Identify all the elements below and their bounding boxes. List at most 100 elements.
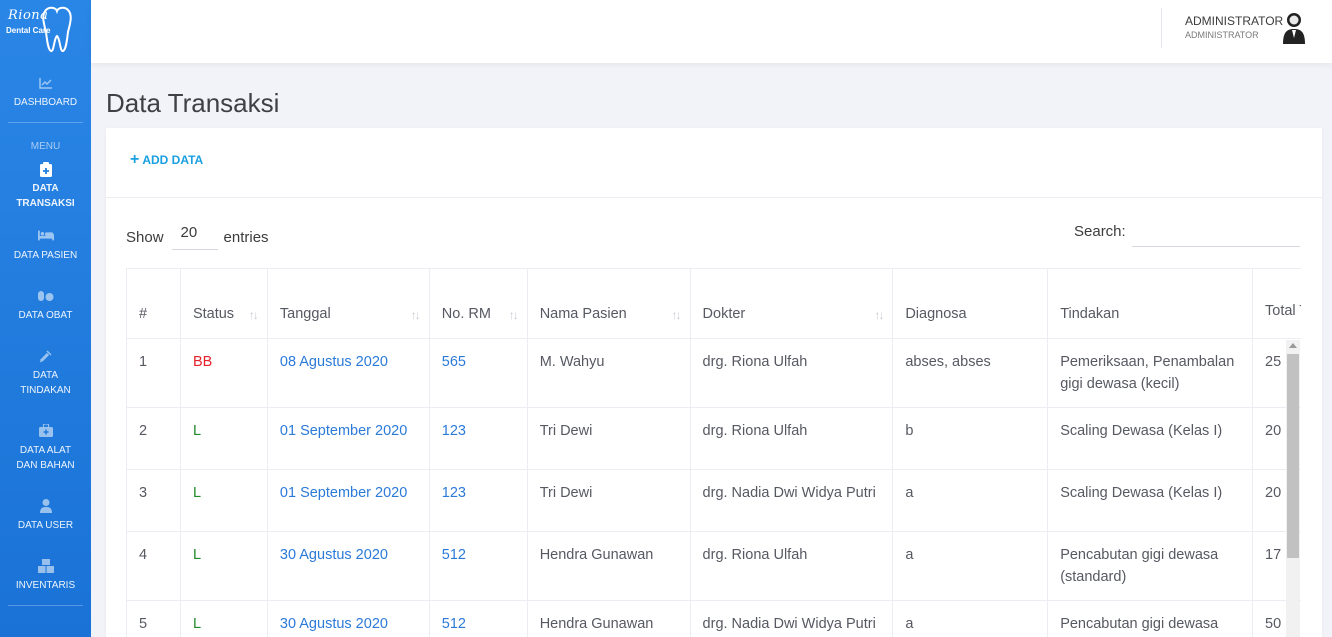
cell-dokter: drg. Nadia Dwi Widya Putri bbox=[689, 600, 894, 637]
table-container: # Status ↑↓ Tanggal ↑↓ No. RM ↑↓ Nama Pasie… bbox=[126, 268, 1301, 637]
sidebar-item-inventaris[interactable]: INVENTARIS bbox=[0, 545, 91, 605]
medkit-icon bbox=[38, 423, 54, 439]
sidebar: Riona Dental Care DASHBOARD MENU DATA TR… bbox=[0, 0, 91, 637]
syringe-icon bbox=[38, 348, 54, 364]
cell-tanggal[interactable]: 30 Agustus 2020 bbox=[266, 531, 430, 601]
cell-tindakan: Scaling Dewasa (Kelas I) bbox=[1047, 407, 1254, 470]
table-row[interactable]: 4 L 30 Agustus 2020 512 Hendra Gunawan drg. R… bbox=[126, 531, 1301, 601]
cell-no: 3 bbox=[126, 469, 181, 532]
search-box: Search: bbox=[1074, 223, 1300, 247]
cell-tanggal[interactable]: 01 September 2020 bbox=[266, 407, 430, 470]
sort-icon: ↑↓ bbox=[508, 308, 519, 322]
sidebar-item-label: TINDAKAN bbox=[20, 384, 71, 396]
cell-tanggal[interactable]: 01 September 2020 bbox=[266, 469, 430, 532]
cell-nama-pasien: Tri Dewi bbox=[526, 407, 691, 470]
cell-status: BB bbox=[179, 338, 268, 408]
avatar[interactable] bbox=[1281, 12, 1307, 44]
chart-icon bbox=[38, 75, 54, 91]
cell-no-rm[interactable]: 565 bbox=[428, 338, 528, 408]
data-card: + ADD DATA Show 20 entries Search: # Sta… bbox=[106, 128, 1322, 637]
cell-no: 2 bbox=[126, 407, 181, 470]
column-header-diagnosa[interactable]: Diagnosa bbox=[892, 268, 1049, 339]
cell-no: 4 bbox=[126, 531, 181, 601]
entries-select[interactable]: 20 bbox=[171, 224, 218, 250]
sidebar-item-label: DATA PASIEN bbox=[13, 249, 78, 261]
user-icon bbox=[38, 498, 54, 514]
transactions-table: # Status ↑↓ Tanggal ↑↓ No. RM ↑↓ Nama Pasie… bbox=[126, 268, 1301, 637]
column-header-nama-pasien[interactable]: Nama Pasien ↑↓ bbox=[526, 268, 691, 339]
cell-tanggal[interactable]: 30 Agustus 2020 bbox=[266, 600, 430, 637]
sidebar-item-data-alat-dan-bahan[interactable]: DATA ALAT DAN BAHAN bbox=[0, 410, 91, 485]
cell-nama-pasien: M. Wahyu bbox=[526, 338, 691, 408]
sidebar-item-label: DASHBOARD bbox=[13, 96, 78, 108]
cell-diagnosa: a bbox=[892, 600, 1049, 637]
cell-diagnosa: a bbox=[892, 469, 1049, 532]
sidebar-item-label: DATA USER bbox=[17, 519, 74, 531]
cell-no: 5 bbox=[126, 600, 181, 637]
cell-tindakan: Pencabutan gigi dewasa bbox=[1047, 600, 1254, 637]
sort-icon: ↑↓ bbox=[874, 308, 884, 322]
cell-status: L bbox=[179, 531, 268, 601]
column-header-dokter[interactable]: Dokter ↑↓ bbox=[689, 268, 894, 339]
table-row[interactable]: 1 BB 08 Agustus 2020 565 M. Wahyu drg. Riona … bbox=[126, 338, 1301, 408]
scroll-up-icon[interactable] bbox=[1289, 343, 1297, 348]
table-row[interactable]: 3 L 01 September 2020 123 Tri Dewi drg. Nadia… bbox=[126, 469, 1301, 532]
sidebar-menu-label: MENU bbox=[30, 141, 61, 152]
plus-icon: + bbox=[130, 151, 140, 168]
table-scrollbar[interactable] bbox=[1286, 340, 1300, 637]
cell-no-rm[interactable]: 123 bbox=[428, 407, 528, 470]
column-header-tindakan[interactable]: Tindakan bbox=[1047, 268, 1254, 339]
cell-dokter: drg. Riona Ulfah bbox=[689, 407, 894, 470]
cell-no-rm[interactable]: 512 bbox=[428, 531, 528, 601]
user-name[interactable]: ADMINISTRATOR bbox=[1185, 14, 1283, 28]
cell-no: 1 bbox=[126, 338, 181, 408]
cell-diagnosa: abses, abses bbox=[892, 338, 1049, 408]
table-row[interactable]: 5 L 30 Agustus 2020 512 Hendra Gunawan drg. N… bbox=[126, 600, 1301, 637]
sidebar-item-label: DATA bbox=[32, 183, 59, 194]
column-header-total-tindakan[interactable]: Total Tinda bbox=[1252, 268, 1301, 339]
search-label: Search: bbox=[1074, 223, 1126, 240]
clipboard-icon bbox=[38, 161, 54, 177]
cell-tanggal[interactable]: 08 Agustus 2020 bbox=[266, 338, 430, 408]
cell-nama-pasien: Hendra Gunawan bbox=[526, 531, 691, 601]
page-title: Data Transaksi bbox=[106, 88, 280, 118]
add-data-button[interactable]: + ADD DATA bbox=[130, 151, 204, 168]
bed-icon bbox=[37, 228, 54, 244]
sidebar-item-data-tindakan[interactable]: DATA TINDAKAN bbox=[0, 335, 91, 410]
table-header-row: # Status ↑↓ Tanggal ↑↓ No. RM ↑↓ Nama Pasie… bbox=[126, 268, 1301, 339]
scrollbar-thumb[interactable] bbox=[1287, 354, 1299, 558]
top-header: ADMINISTRATOR ADMINISTRATOR bbox=[91, 0, 1332, 63]
boxes-icon bbox=[37, 558, 54, 574]
sidebar-item-data-user[interactable]: DATA USER bbox=[0, 485, 91, 545]
sidebar-item-data-obat[interactable]: DATA OBAT bbox=[0, 275, 91, 335]
tooth-icon bbox=[42, 6, 72, 52]
sidebar-item-label: TRANSAKSI bbox=[16, 198, 75, 209]
cell-status: L bbox=[179, 600, 268, 637]
cell-nama-pasien: Tri Dewi bbox=[526, 469, 691, 532]
add-data-label: ADD DATA bbox=[142, 153, 204, 167]
sidebar-item-label: INVENTARIS bbox=[15, 579, 76, 591]
sort-icon: ↑↓ bbox=[248, 308, 259, 322]
sidebar-item-label: DATA bbox=[32, 369, 59, 381]
cell-nama-pasien: Hendra Gunawan bbox=[526, 600, 691, 637]
sidebar-item-data-transaksi[interactable]: DATA TRANSAKSI bbox=[0, 157, 91, 215]
cell-no-rm[interactable]: 123 bbox=[428, 469, 528, 532]
cell-dokter: drg. Riona Ulfah bbox=[689, 338, 894, 408]
cell-diagnosa: a bbox=[892, 531, 1049, 601]
show-entries: Show 20 entries bbox=[126, 224, 269, 250]
sidebar-item-dashboard[interactable]: DASHBOARD bbox=[0, 62, 91, 122]
column-header-no-rm[interactable]: No. RM ↑↓ bbox=[428, 268, 528, 339]
sidebar-item-data-pasien[interactable]: DATA PASIEN bbox=[0, 215, 91, 275]
column-header-no[interactable]: # bbox=[126, 268, 181, 339]
column-header-status[interactable]: Status ↑↓ bbox=[179, 268, 268, 339]
cell-status: L bbox=[179, 469, 268, 532]
table-body: 1 BB 08 Agustus 2020 565 M. Wahyu drg. Riona … bbox=[126, 338, 1301, 637]
column-header-tanggal[interactable]: Tanggal ↑↓ bbox=[266, 268, 430, 339]
table-row[interactable]: 2 L 01 September 2020 123 Tri Dewi drg. Riona… bbox=[126, 407, 1301, 470]
sidebar-item-label: DATA OBAT bbox=[18, 309, 73, 321]
search-input[interactable] bbox=[1131, 223, 1300, 247]
brand-logo[interactable]: Riona Dental Care bbox=[0, 0, 91, 62]
cell-tindakan: Pencabutan gigi dewasa (standard) bbox=[1047, 531, 1254, 601]
cell-no-rm[interactable]: 512 bbox=[428, 600, 528, 637]
cell-dokter: drg. Nadia Dwi Widya Putri bbox=[689, 469, 894, 532]
